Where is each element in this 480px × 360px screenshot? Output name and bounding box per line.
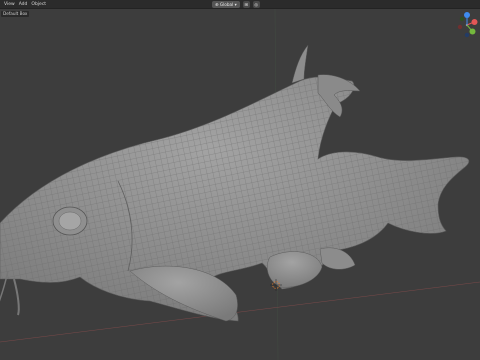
y-axis-icon [469,28,476,35]
x-axis-line [0,281,480,343]
menu-add[interactable]: Add [19,0,28,9]
snap-icon[interactable]: ⊞ [242,1,250,8]
menu-view[interactable]: View [4,0,15,9]
navigation-gizmo[interactable] [456,10,478,40]
catfish-mesh[interactable] [0,44,470,322]
x-axis-icon [471,19,478,25]
z-axis-icon [464,12,470,18]
mode-dropdown[interactable]: Default Box [1,11,30,17]
anal-fin [319,247,356,270]
barbel [13,278,20,316]
orientation-dropdown[interactable]: ⊕ Global ▾ [212,1,240,8]
mode-label: Default Box [3,11,28,16]
header-bar: View Add Object ⊕ Global ▾ ⊞ ◎ [0,0,480,9]
menu-object[interactable]: Object [31,0,46,9]
3d-viewport[interactable] [0,9,480,360]
viewport-menu: View Add Object [4,0,46,9]
viewport-canvas[interactable] [0,9,480,360]
globe-icon: ⊕ [215,2,219,7]
proportional-edit-icon[interactable]: ◎ [252,1,260,8]
dorsal-spike [291,44,309,84]
transform-controls: ⊕ Global ▾ ⊞ ◎ [212,1,260,8]
orientation-label: Global [219,2,234,7]
chevron-down-icon: ▾ [234,2,237,7]
